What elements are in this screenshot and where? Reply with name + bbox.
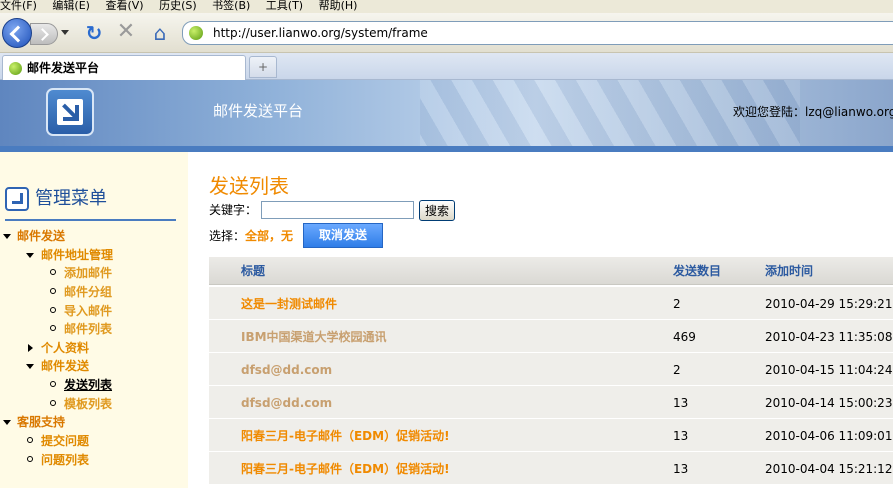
row-subject-link[interactable]: dfsd@dd.com: [241, 362, 332, 378]
row-count: 13: [673, 462, 689, 476]
sidebar: 管理菜单 邮件发送 邮件地址管理 添加邮件 邮件分组 导入邮件 邮件列表 个人资…: [0, 152, 188, 488]
row-count: 2: [673, 297, 681, 311]
address-text[interactable]: http://user.lianwo.org/system/frame: [213, 26, 428, 41]
table-row[interactable]: 阳春三月-电子邮件（EDM）促销活动! 13 2010-04-04 15:21:…: [209, 452, 893, 485]
sidebar-item-send-list[interactable]: 发送列表: [64, 377, 112, 393]
bullet-icon: [50, 288, 56, 294]
row-subject-link[interactable]: 阳春三月-电子邮件（EDM）促销活动!: [241, 428, 450, 444]
select-none-link[interactable]: 无: [281, 229, 293, 243]
browser-navbar: ↻ ✕ ⌂ http://user.lianwo.org/system/fram…: [0, 13, 893, 53]
bullet-icon: [50, 400, 56, 406]
site-logo: [46, 88, 94, 136]
bullet-icon: [27, 456, 33, 462]
select-separator: ，: [269, 229, 282, 243]
sidebar-divider: [5, 219, 176, 221]
expanded-triangle-icon[interactable]: [26, 364, 34, 369]
menu-edit[interactable]: 编辑(E): [52, 0, 90, 12]
browser-menubar: 文件(F) 编辑(E) 查看(V) 历史(S) 书签(B) 工具(T) 帮助(H…: [0, 0, 893, 13]
bullet-icon: [50, 269, 56, 275]
select-row: 选择：全部，无: [209, 228, 293, 244]
menu-bookmarks[interactable]: 书签(B): [212, 0, 250, 12]
sidebar-item-address-manage[interactable]: 邮件地址管理: [41, 247, 113, 263]
sidebar-item-profile[interactable]: 个人资料: [41, 340, 89, 356]
table-row[interactable]: 这是一封测试邮件 2 2010-04-29 15:29:21: [209, 287, 893, 320]
page-title: 发送列表: [209, 174, 289, 198]
row-count: 13: [673, 429, 689, 443]
sidebar-item-issue-list[interactable]: 问题列表: [41, 452, 89, 468]
row-time: 2010-04-06 11:09:01: [765, 429, 893, 443]
row-subject-link[interactable]: 这是一封测试邮件: [241, 296, 337, 312]
search-button[interactable]: 搜索: [419, 200, 455, 221]
select-label: 选择：: [209, 229, 246, 243]
menu-arrow-icon: [5, 187, 29, 211]
row-count: 2: [673, 363, 681, 377]
table-row[interactable]: dfsd@dd.com 2 2010-04-15 11:04:24: [209, 353, 893, 386]
tab-title: 邮件发送平台: [27, 61, 100, 75]
column-header-subject[interactable]: 标题: [241, 263, 265, 279]
sidebar-item-import-mail[interactable]: 导入邮件: [64, 303, 112, 319]
sidebar-item-add-mail[interactable]: 添加邮件: [64, 265, 112, 281]
row-subject-link[interactable]: IBM中国渠道大学校园通讯: [241, 329, 387, 345]
sidebar-item-mail-send[interactable]: 邮件发送: [17, 228, 65, 244]
expanded-triangle-icon[interactable]: [3, 420, 11, 425]
history-dropdown-icon[interactable]: [61, 30, 69, 35]
tab-favicon-icon: [9, 62, 22, 75]
arrow-down-right-icon: [57, 99, 83, 125]
site-favicon-icon: [189, 26, 203, 40]
new-tab-button[interactable]: +: [249, 56, 277, 78]
browser-tabbar: 邮件发送平台 +: [0, 53, 893, 80]
table-row[interactable]: IBM中国渠道大学校园通讯 469 2010-04-23 11:35:08: [209, 320, 893, 353]
select-all-link[interactable]: 全部: [245, 229, 269, 243]
row-count: 13: [673, 396, 689, 410]
sidebar-item-send[interactable]: 邮件发送: [41, 358, 89, 374]
site-title: 邮件发送平台: [213, 102, 304, 120]
cancel-send-button[interactable]: 取消发送: [303, 223, 383, 248]
site-header: 邮件发送平台 欢迎您登陆：lzq@lianwo.org: [0, 80, 893, 146]
table-header: 标题 发送数目 添加时间: [209, 257, 893, 285]
expanded-triangle-icon[interactable]: [26, 253, 34, 258]
sidebar-item-mail-group[interactable]: 邮件分组: [64, 284, 112, 300]
back-button[interactable]: [2, 18, 32, 48]
row-time: 2010-04-29 15:29:21: [765, 297, 893, 311]
sidebar-title: 管理菜单: [35, 188, 107, 209]
bullet-icon: [50, 381, 56, 387]
bullet-icon: [27, 437, 33, 443]
menu-help[interactable]: 帮助(H): [319, 0, 358, 12]
menu-file[interactable]: 文件(F): [0, 0, 37, 12]
menu-history[interactable]: 历史(S): [159, 0, 197, 12]
bullet-icon: [50, 307, 56, 313]
tab-mail-platform[interactable]: 邮件发送平台: [2, 55, 246, 80]
menu-view[interactable]: 查看(V): [105, 0, 143, 12]
table-row[interactable]: 阳春三月-电子邮件（EDM）促销活动! 13 2010-04-06 11:09:…: [209, 419, 893, 452]
home-icon[interactable]: ⌂: [148, 22, 172, 44]
sidebar-item-support[interactable]: 客服支持: [17, 414, 65, 430]
row-time: 2010-04-23 11:35:08: [765, 330, 893, 344]
expanded-triangle-icon[interactable]: [3, 234, 11, 239]
row-subject-link[interactable]: 阳春三月-电子邮件（EDM）促销活动!: [241, 461, 450, 477]
sidebar-item-submit-issue[interactable]: 提交问题: [41, 433, 89, 449]
address-bar[interactable]: http://user.lianwo.org/system/frame: [182, 21, 893, 45]
keyword-label: 关键字：: [209, 203, 258, 217]
sidebar-item-template-list[interactable]: 模板列表: [64, 396, 112, 412]
column-header-count[interactable]: 发送数目: [673, 263, 721, 279]
welcome-text: 欢迎您登陆：lzq@lianwo.org: [733, 105, 893, 119]
row-time: 2010-04-04 15:21:12: [765, 462, 893, 476]
collapsed-triangle-icon[interactable]: [28, 344, 33, 352]
bullet-icon: [50, 325, 56, 331]
sidebar-item-mail-list[interactable]: 邮件列表: [64, 321, 112, 337]
row-count: 469: [673, 330, 696, 344]
reload-icon[interactable]: ↻: [84, 23, 104, 43]
table-row[interactable]: dfsd@dd.com 13 2010-04-14 15:00:23: [209, 386, 893, 419]
forward-button[interactable]: [30, 23, 58, 45]
stop-icon[interactable]: ✕: [116, 21, 136, 43]
row-time: 2010-04-15 11:04:24: [765, 363, 893, 377]
column-header-time[interactable]: 添加时间: [765, 263, 813, 279]
row-subject-link[interactable]: dfsd@dd.com: [241, 395, 332, 411]
keyword-input[interactable]: [261, 201, 414, 219]
menu-tools[interactable]: 工具(T): [266, 0, 303, 12]
row-time: 2010-04-14 15:00:23: [765, 396, 893, 410]
